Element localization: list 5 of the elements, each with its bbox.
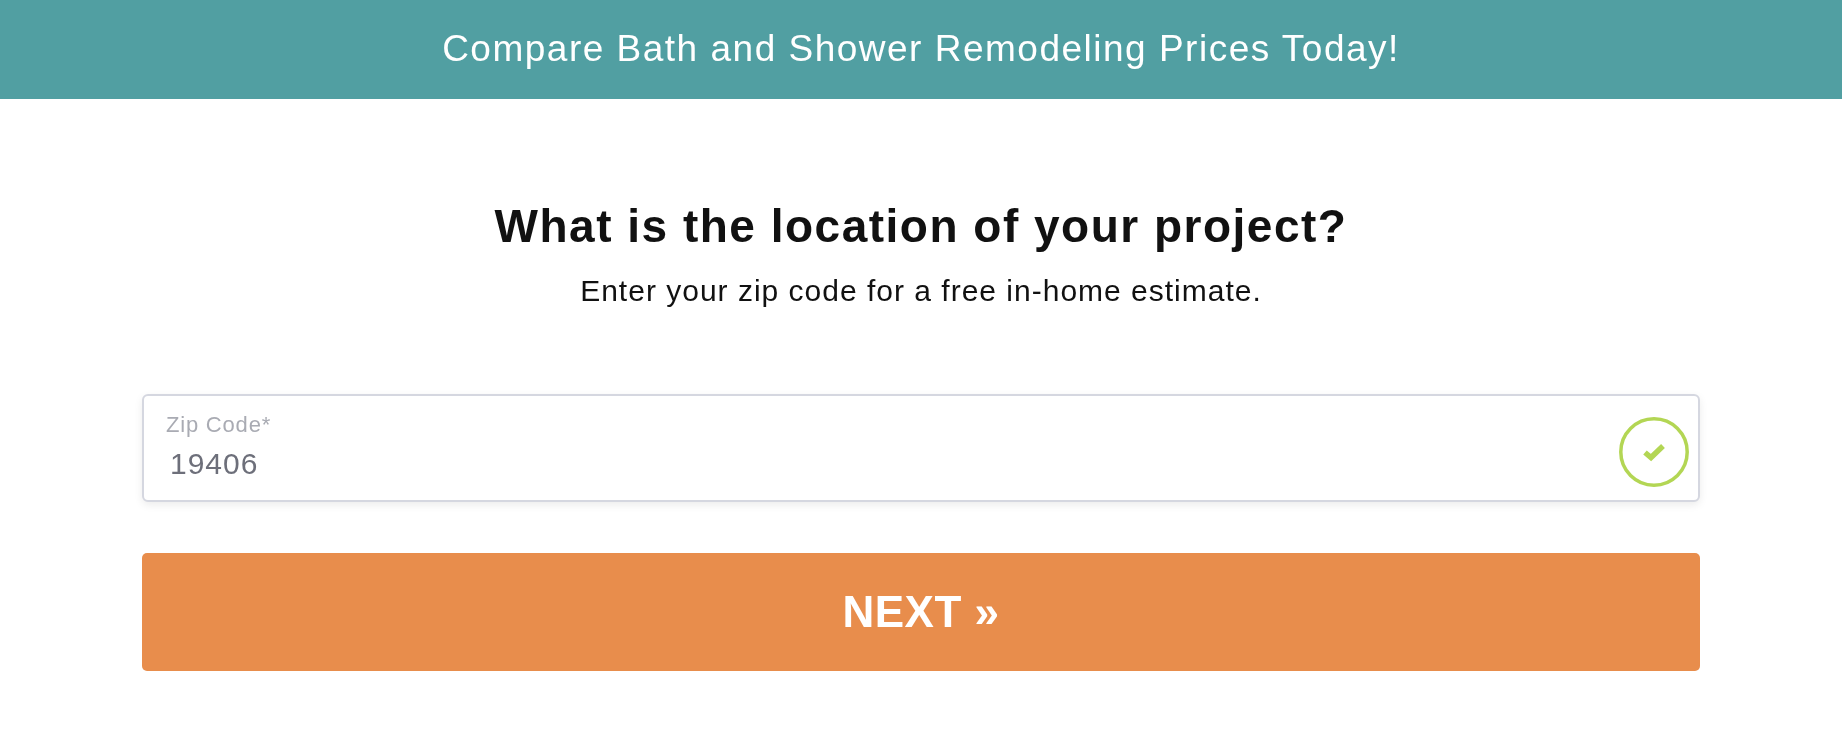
question-subtitle: Enter your zip code for a free in-home estimate. bbox=[579, 273, 1263, 309]
question-heading: What is the location of your project? bbox=[493, 199, 1349, 254]
next-button[interactable]: NEXT » bbox=[142, 553, 1700, 671]
zip-code-label: Zip Code* bbox=[166, 412, 272, 438]
banner-headline: Compare Bath and Shower Remodeling Prices Today! bbox=[442, 29, 1400, 70]
